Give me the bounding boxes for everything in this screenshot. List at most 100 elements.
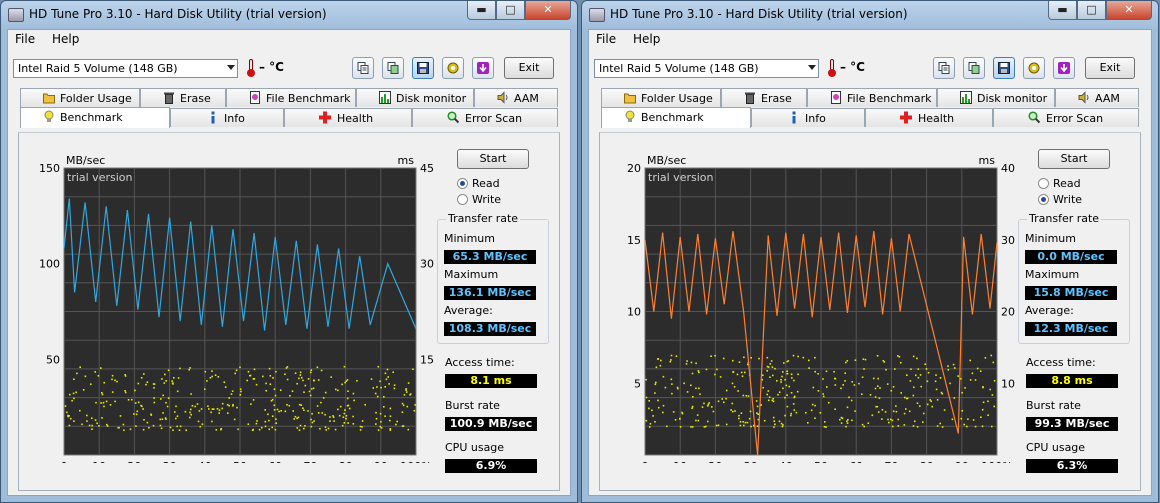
access-point <box>255 422 258 425</box>
access-point <box>82 389 85 391</box>
access-point <box>330 376 332 378</box>
access-point <box>925 368 928 370</box>
access-point <box>211 375 213 378</box>
copy-screenshot-button[interactable] <box>382 57 404 79</box>
options-button[interactable] <box>1023 57 1045 79</box>
access-point <box>212 408 215 410</box>
maximize-button[interactable]: □ <box>1077 1 1106 20</box>
access-point <box>228 404 230 407</box>
tab-folder-usage[interactable]: Folder Usage <box>601 88 721 107</box>
access-point <box>822 393 824 395</box>
tab-disk-monitor[interactable]: Disk monitor <box>356 88 474 107</box>
tab-health[interactable]: Health <box>284 108 412 127</box>
access-point <box>172 429 174 431</box>
tab-erase[interactable]: Erase <box>721 88 807 107</box>
access-point <box>817 373 819 375</box>
tab-folder-usage[interactable]: Folder Usage <box>20 88 140 107</box>
access-point <box>395 423 397 426</box>
exit-button[interactable]: Exit <box>504 57 554 79</box>
access-point <box>69 417 72 420</box>
close-button[interactable]: ✕ <box>1106 1 1152 20</box>
chevron-down-icon <box>808 65 816 70</box>
tab-error-scan[interactable]: Error Scan <box>993 108 1139 127</box>
tab-error-scan[interactable]: Error Scan <box>412 108 558 127</box>
options-button[interactable] <box>442 57 464 79</box>
close-button[interactable]: ✕ <box>525 1 571 20</box>
access-point <box>91 424 93 427</box>
access-point <box>111 391 114 393</box>
download-update-button[interactable] <box>1053 57 1075 79</box>
access-point <box>162 412 164 414</box>
save-button[interactable] <box>993 57 1015 79</box>
access-point <box>811 403 814 406</box>
menu-file[interactable]: File <box>15 32 35 46</box>
access-point <box>851 419 853 422</box>
title-bar[interactable]: HD Tune Pro 3.10 - Hard Disk Utility (tr… <box>582 1 1158 29</box>
exit-button[interactable]: Exit <box>1085 57 1135 79</box>
x-tick-label: 60 <box>268 460 282 463</box>
drive-select[interactable]: Intel Raid 5 Volume (148 GB) <box>13 59 238 78</box>
access-point <box>790 412 792 415</box>
access-point <box>161 418 164 420</box>
access-point <box>247 370 250 373</box>
start-button[interactable]: Start <box>1038 149 1110 169</box>
access-point <box>808 367 810 369</box>
access-point <box>160 427 163 430</box>
access-point <box>790 373 793 376</box>
access-point <box>691 426 694 428</box>
access-point <box>906 374 908 376</box>
access-point <box>268 428 271 431</box>
menu-help[interactable]: Help <box>633 32 660 46</box>
copy-screenshot-button[interactable] <box>963 57 985 79</box>
minimize-button[interactable]: ▬ <box>467 1 496 20</box>
tab-file-benchmark[interactable]: File Benchmark <box>807 88 937 107</box>
minimize-button[interactable]: ▬ <box>1048 1 1077 20</box>
access-point <box>334 428 337 431</box>
access-point <box>842 384 844 386</box>
access-point <box>976 367 979 370</box>
benchmark-chart: MB/sec ms trial version 20 15 10 5 40 30 20 10 0 10 2… <box>627 154 1015 463</box>
save-button[interactable] <box>412 57 434 79</box>
download-update-button[interactable] <box>472 57 494 79</box>
write-radio[interactable]: Write <box>1038 193 1082 206</box>
cpu-usage-value: 6.3% <box>1026 459 1118 473</box>
access-point <box>730 409 732 411</box>
tab-benchmark[interactable]: Benchmark <box>601 107 751 128</box>
start-button[interactable]: Start <box>457 149 529 169</box>
menu-help[interactable]: Help <box>52 32 79 46</box>
access-point <box>279 389 282 391</box>
access-point <box>216 408 219 410</box>
tab-file-benchmark[interactable]: File Benchmark <box>226 88 356 107</box>
tab-benchmark[interactable]: Benchmark <box>20 107 170 128</box>
write-radio[interactable]: Write <box>457 193 501 206</box>
tab-erase[interactable]: Erase <box>140 88 226 107</box>
tab-aam[interactable]: AAM <box>1055 88 1139 107</box>
access-point <box>664 386 667 389</box>
access-point <box>150 413 152 416</box>
access-point <box>744 421 747 424</box>
tab-info[interactable]: Info <box>751 108 865 127</box>
benchmark-chart: MB/secmstrial version1501005045301501020… <box>39 154 434 463</box>
read-radio[interactable]: Read <box>457 177 500 190</box>
access-point <box>705 368 708 371</box>
access-point <box>337 389 339 392</box>
tab-health[interactable]: Health <box>865 108 993 127</box>
access-point <box>772 374 774 377</box>
menu-file[interactable]: File <box>596 32 616 46</box>
access-point <box>790 392 793 394</box>
drive-select[interactable]: Intel Raid 5 Volume (148 GB) <box>594 59 819 78</box>
read-radio[interactable]: Read <box>1038 177 1081 190</box>
tab-info[interactable]: Info <box>170 108 284 127</box>
access-point <box>947 365 949 367</box>
tab-aam[interactable]: AAM <box>474 88 558 107</box>
copy-text-button[interactable] <box>933 57 955 79</box>
access-point <box>310 369 313 371</box>
copy-text-button[interactable] <box>352 57 374 79</box>
tab-disk-monitor[interactable]: Disk monitor <box>937 88 1055 107</box>
title-bar[interactable]: HD Tune Pro 3.10 - Hard Disk Utility (tr… <box>1 1 577 29</box>
access-point <box>786 370 788 372</box>
maximize-button[interactable]: □ <box>496 1 525 20</box>
access-point <box>335 388 337 391</box>
access-point <box>379 425 382 428</box>
access-point <box>645 378 647 381</box>
